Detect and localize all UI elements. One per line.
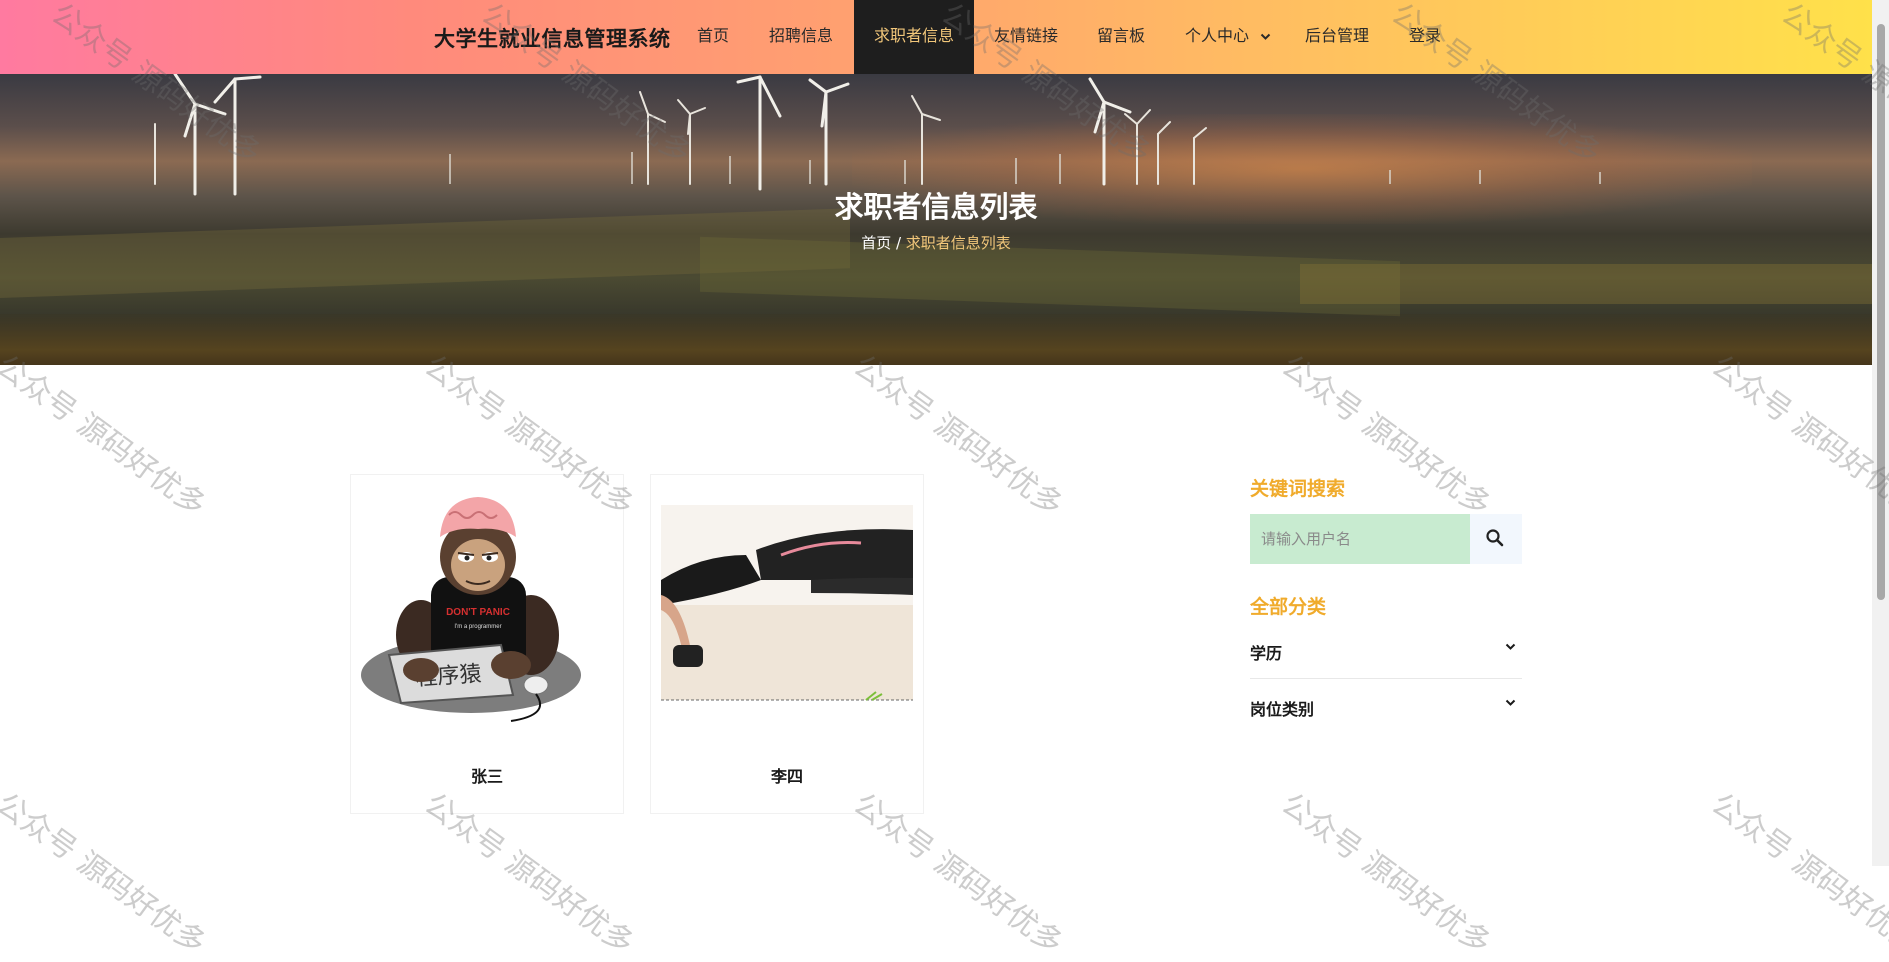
nav-personal-center[interactable]: 个人中心 — [1185, 0, 1271, 74]
search-icon — [1486, 529, 1504, 547]
nav-home[interactable]: 首页 — [697, 0, 729, 74]
nav-jobseekers[interactable]: 求职者信息 — [854, 0, 974, 74]
nav-personal-center-label: 个人中心 — [1185, 26, 1250, 45]
keyword-search-title: 关键词搜索 — [1250, 478, 1346, 500]
jobseeker-photo[interactable] — [661, 485, 913, 737]
category-label: 岗位类别 — [1250, 700, 1315, 719]
category-job-type[interactable]: 岗位类别 — [1250, 680, 1522, 734]
watermark: 公众号 源码好优多 — [1704, 348, 1889, 524]
scrollbar-thumb[interactable] — [1877, 24, 1885, 600]
chevron-down-icon — [1505, 699, 1516, 706]
chevron-down-icon — [1505, 643, 1516, 650]
category-label: 学历 — [1250, 644, 1283, 663]
svg-text:DON'T PANIC: DON'T PANIC — [446, 607, 510, 618]
nav-login[interactable]: 登录 — [1409, 0, 1441, 74]
all-categories-title: 全部分类 — [1250, 596, 1327, 618]
search-button[interactable] — [1470, 514, 1522, 564]
jobseeker-card[interactable]: DON'T PANIC I'm a programmer 程序猿 张三 — [350, 474, 624, 814]
chevron-down-icon — [1260, 33, 1271, 40]
jobseeker-name[interactable]: 李四 — [651, 763, 923, 787]
pushups-person-image — [661, 485, 913, 737]
breadcrumb-home-link[interactable]: 首页 — [861, 234, 891, 252]
jobseeker-photo[interactable]: DON'T PANIC I'm a programmer 程序猿 — [361, 485, 613, 737]
breadcrumb-current: 求职者信息列表 — [905, 234, 1011, 252]
watermark: 公众号 源码好优多 — [1274, 786, 1498, 962]
top-navbar: 大学生就业信息管理系统 首页 招聘信息 求职者信息 友情链接 留言板 个人中心 … — [0, 0, 1872, 74]
watermark: 公众号 源码好优多 — [0, 348, 213, 524]
breadcrumb-separator: / — [891, 234, 906, 252]
page-title: 求职者信息列表 — [834, 190, 1038, 224]
nav-jobs[interactable]: 招聘信息 — [769, 0, 833, 74]
nav-friend-links[interactable]: 友情链接 — [994, 0, 1058, 74]
category-divider — [1250, 678, 1522, 679]
category-education[interactable]: 学历 — [1250, 624, 1522, 678]
monkey-programmer-image: DON'T PANIC I'm a programmer 程序猿 — [361, 497, 581, 722]
breadcrumb: 首页 / 求职者信息列表 — [0, 232, 1872, 253]
nav-message-board[interactable]: 留言板 — [1097, 0, 1145, 74]
watermark: 公众号 源码好优多 — [0, 786, 213, 962]
nav-admin[interactable]: 后台管理 — [1305, 0, 1369, 74]
page-banner: 求职者信息列表 首页 / 求职者信息列表 — [0, 74, 1872, 365]
site-title[interactable]: 大学生就业信息管理系统 — [434, 23, 671, 53]
search-input[interactable] — [1250, 514, 1470, 564]
jobseeker-card[interactable]: 李四 — [650, 474, 924, 814]
watermark: 公众号 源码好优多 — [1704, 786, 1889, 962]
jobseeker-name[interactable]: 张三 — [351, 763, 623, 787]
svg-text:I'm a programmer: I'm a programmer — [454, 624, 501, 630]
